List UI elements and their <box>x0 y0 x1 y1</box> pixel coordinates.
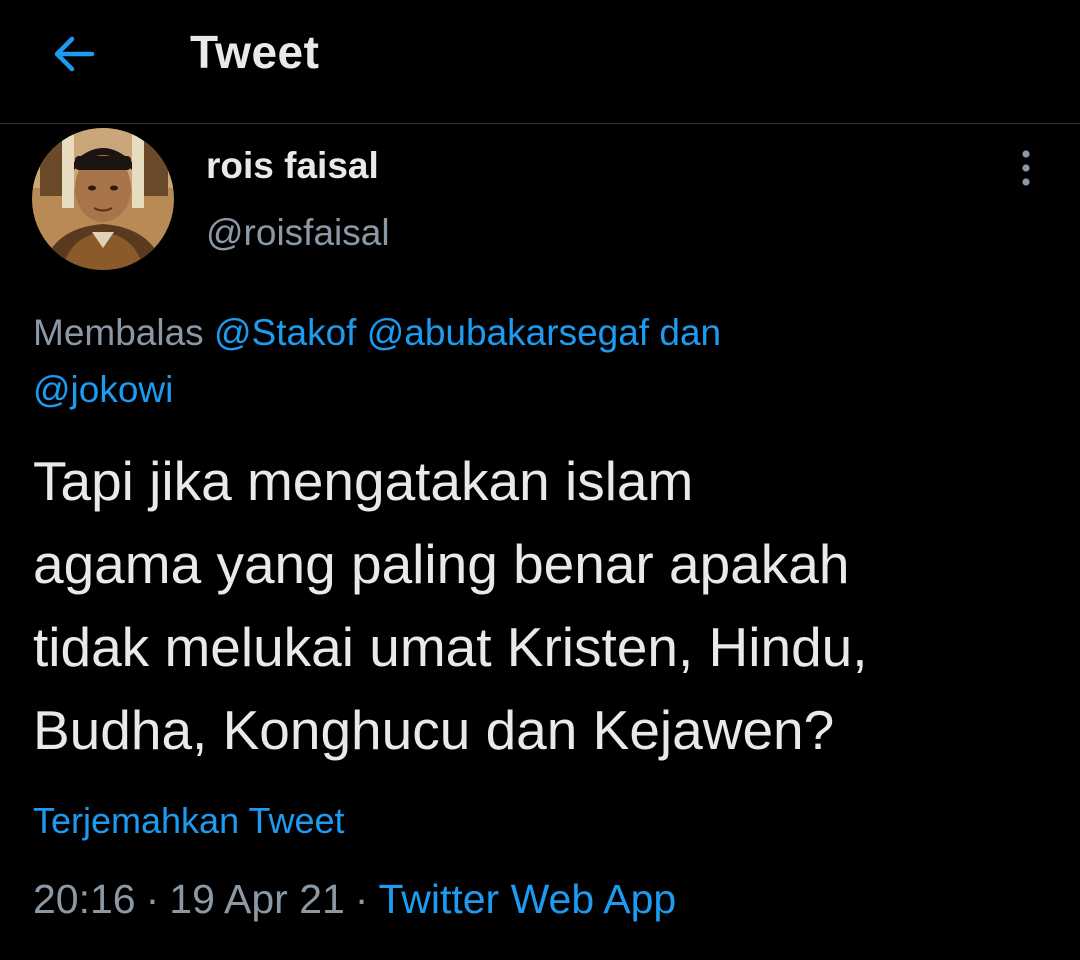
author-handle[interactable]: @roisfaisal <box>206 212 390 254</box>
translate-tweet-link[interactable]: Terjemahkan Tweet <box>33 800 345 842</box>
tweet-date[interactable]: 19 Apr 21 <box>169 876 345 922</box>
reply-context: Membalas @Stakof @abubakarsegaf dan @jok… <box>33 304 1033 418</box>
avatar-image <box>32 128 174 270</box>
tweet-detail-page: Tweet rois faisal @roisfaisal Membalas @… <box>0 0 1080 960</box>
arrow-left-icon <box>54 36 95 72</box>
mention-link[interactable]: @Stakof <box>214 312 356 353</box>
reply-prefix: Membalas <box>33 312 204 353</box>
more-options-button[interactable] <box>1006 148 1046 188</box>
tweet-text: Tapi jika mengatakan islam agama yang pa… <box>33 450 868 761</box>
separator: · <box>354 876 369 922</box>
separator: · <box>145 876 160 922</box>
reply-conjunction[interactable]: dan <box>659 312 721 353</box>
avatar[interactable] <box>32 128 174 270</box>
tweet-metadata: 20:16 · 19 Apr 21 · Twitter Web App <box>33 876 676 923</box>
page-title: Tweet <box>190 26 320 78</box>
mention-link[interactable]: @jokowi <box>33 369 173 410</box>
author-display-name[interactable]: rois faisal <box>206 145 379 187</box>
tweet-time[interactable]: 20:16 <box>33 876 136 922</box>
tweet-source-link[interactable]: Twitter Web App <box>378 876 676 922</box>
top-app-bar: Tweet <box>0 0 1080 124</box>
mention-link[interactable]: @abubakarsegaf <box>367 312 649 353</box>
back-button[interactable] <box>50 30 98 78</box>
more-vertical-icon <box>1022 150 1030 186</box>
